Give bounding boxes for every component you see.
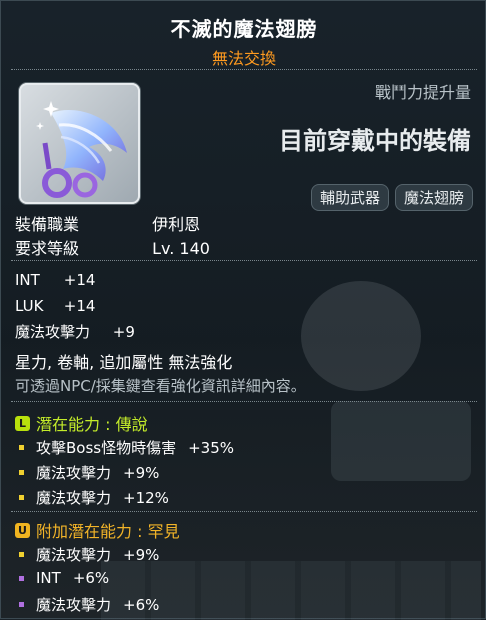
- additional-name: 魔法攻擊力: [36, 546, 112, 564]
- potential-line: 魔法攻擊力 +9%: [19, 462, 159, 483]
- divider: [11, 260, 477, 261]
- potential-heading-text: 潛在能力 : 傳說: [36, 415, 148, 434]
- potential-line: 魔法攻擊力 +12%: [19, 487, 169, 508]
- stat-name: 魔法攻擊力: [15, 323, 91, 341]
- stat-value: +14: [63, 297, 96, 315]
- combat-power-label: 戰鬥力提升量: [374, 83, 471, 102]
- unique-grade-icon: U: [15, 522, 30, 538]
- item-tooltip: 不滅的魔法翅膀 無法交換 戰鬥力提升量 目前穿戴中的裝備 輔助武器 魔法翅膀 裝…: [0, 0, 486, 620]
- background-decoration: [331, 401, 471, 481]
- enhancement-hint: 可透過NPC/採集鍵查看強化資訊詳細內容。: [15, 377, 306, 395]
- additional-heading-text: 附加潛在能力 : 罕見: [36, 522, 180, 541]
- bullet-icon: [19, 552, 24, 557]
- additional-potential-line: 魔法攻擊力 +6%: [19, 594, 159, 615]
- required-job-value: 伊利恩: [152, 215, 201, 234]
- additional-value: +9%: [123, 545, 160, 564]
- potential-heading: L 潛在能力 : 傳說: [15, 411, 148, 435]
- additional-potential-line: INT +6%: [19, 569, 109, 587]
- additional-potential-heading: U 附加潛在能力 : 罕見: [15, 518, 180, 542]
- bullet-icon: [19, 602, 24, 607]
- stat-row: 魔法攻擊力 +9: [15, 321, 135, 342]
- divider: [11, 511, 477, 512]
- item-name: 不滅的魔法翅膀: [170, 17, 318, 41]
- stat-value: +14: [63, 271, 96, 289]
- item-icon-frame: [19, 83, 140, 204]
- bullet-icon: [19, 470, 24, 475]
- bullet-icon: [19, 495, 24, 500]
- potential-value: +35%: [188, 438, 235, 457]
- stat-value: +9: [112, 323, 135, 341]
- required-level-value: Lv. 140: [152, 239, 210, 258]
- bullet-icon: [19, 445, 24, 450]
- required-level-label: 要求等級: [15, 239, 80, 258]
- potential-value: +9%: [123, 463, 160, 482]
- potential-value: +12%: [123, 488, 169, 507]
- legendary-grade-icon: L: [15, 415, 30, 431]
- potential-name: 魔法攻擊力: [36, 489, 112, 507]
- enhancement-note: 星力, 卷軸, 追加屬性 無法強化: [15, 353, 233, 372]
- additional-value: +6%: [123, 595, 160, 614]
- additional-name: INT: [36, 569, 61, 587]
- stat-row: LUK +14: [15, 297, 95, 315]
- bullet-icon: [19, 575, 24, 581]
- additional-value: +6%: [72, 569, 110, 587]
- potential-name: 魔法攻擊力: [36, 464, 112, 482]
- magic-wing-item-icon: [36, 101, 127, 198]
- trade-status: 無法交換: [211, 49, 276, 68]
- required-job-label: 裝備職業: [15, 215, 80, 234]
- item-tags: 輔助武器 魔法翅膀: [310, 184, 473, 211]
- item-tag-type: 魔法翅膀: [394, 184, 473, 211]
- potential-name: 攻擊Boss怪物時傷害: [36, 439, 177, 457]
- required-level-row: 要求等級 Lv. 140: [15, 235, 210, 259]
- item-tag-category: 輔助武器: [310, 184, 389, 211]
- potential-line: 攻擊Boss怪物時傷害 +35%: [19, 437, 234, 458]
- additional-name: 魔法攻擊力: [36, 596, 112, 614]
- additional-potential-line: 魔法攻擊力 +9%: [19, 544, 159, 565]
- background-decoration: [301, 281, 421, 391]
- stat-name: LUK: [15, 297, 44, 315]
- equipped-status: 目前穿戴中的裝備: [279, 127, 471, 155]
- divider: [11, 69, 477, 70]
- stat-row: INT +14: [15, 271, 95, 289]
- required-job-row: 裝備職業 伊利恩: [15, 211, 200, 235]
- divider: [11, 401, 477, 402]
- stat-name: INT: [15, 271, 40, 289]
